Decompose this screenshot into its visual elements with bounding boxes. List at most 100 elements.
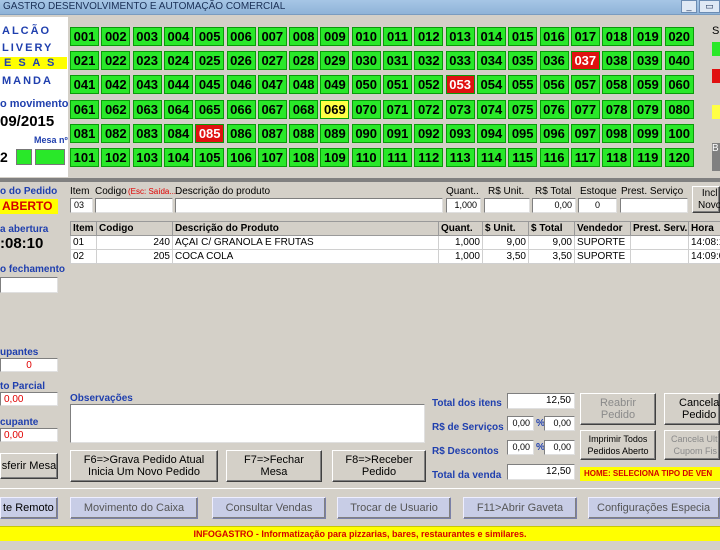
table-090-button[interactable]: 090 <box>351 123 381 143</box>
imprimir-pedidos-button[interactable]: Imprimir Todos Pedidos Aberto <box>580 430 656 460</box>
table-120-button[interactable]: 120 <box>664 148 694 167</box>
table-080-button[interactable]: 080 <box>664 99 694 119</box>
table-043-button[interactable]: 043 <box>132 75 162 95</box>
minimize-button[interactable]: _ <box>681 0 697 13</box>
table-009-button[interactable]: 009 <box>320 27 350 46</box>
header-vendedor[interactable]: Vendedor <box>574 221 631 236</box>
table-116-button[interactable]: 116 <box>539 148 569 167</box>
table-012-button[interactable]: 012 <box>414 27 444 46</box>
table-094-button[interactable]: 094 <box>476 123 506 143</box>
trocar-usuario-button[interactable]: Trocar de Usuario <box>337 497 451 519</box>
observacoes-field[interactable] <box>70 404 425 443</box>
table-016-button[interactable]: 016 <box>539 27 569 46</box>
acesso-remoto-button[interactable]: te Remoto <box>0 497 58 519</box>
table-074-button[interactable]: 074 <box>476 99 506 119</box>
configuracoes-button[interactable]: Configurações Especia <box>588 497 720 519</box>
table-118-button[interactable]: 118 <box>602 148 632 167</box>
table-111-button[interactable]: 111 <box>383 148 412 167</box>
table-020-button[interactable]: 020 <box>664 27 694 46</box>
table-026-button[interactable]: 026 <box>226 51 256 71</box>
table-029-button[interactable]: 029 <box>320 51 350 71</box>
abrir-gaveta-button[interactable]: F11>Abrir Gaveta <box>463 497 577 519</box>
table-103-button[interactable]: 103 <box>132 148 162 167</box>
ocupantes-field[interactable]: 0 <box>0 358 58 372</box>
table-027-button[interactable]: 027 <box>257 51 287 71</box>
consultar-vendas-button[interactable]: Consultar Vendas <box>212 497 326 519</box>
descontos-field[interactable]: 0,00 <box>544 440 575 455</box>
entry-prest-field[interactable] <box>620 198 688 213</box>
table-036-button[interactable]: 036 <box>539 51 569 71</box>
table-037-button[interactable]: 037 <box>570 51 600 71</box>
table-034-button[interactable]: 034 <box>476 51 506 71</box>
table-075-button[interactable]: 075 <box>508 99 538 119</box>
balcao-option[interactable]: ALCÃO <box>2 25 51 37</box>
table-084-button[interactable]: 084 <box>163 123 193 143</box>
table-061-button[interactable]: 061 <box>70 99 99 119</box>
table-041-button[interactable]: 041 <box>70 75 99 95</box>
table-004-button[interactable]: 004 <box>163 27 193 46</box>
table-046-button[interactable]: 046 <box>226 75 256 95</box>
table-076-button[interactable]: 076 <box>539 99 569 119</box>
cancela-cupom-button[interactable]: Cancela Ulti Cupom Fis <box>664 430 720 460</box>
table-032-button[interactable]: 032 <box>414 51 444 71</box>
mesas-option[interactable]: E S A S <box>0 57 67 69</box>
table-105-button[interactable]: 105 <box>195 148 225 167</box>
table-104-button[interactable]: 104 <box>163 148 193 167</box>
table-072-button[interactable]: 072 <box>414 99 444 119</box>
table-065-button[interactable]: 065 <box>195 99 225 119</box>
table-067-button[interactable]: 067 <box>257 99 287 119</box>
table-023-button[interactable]: 023 <box>132 51 162 71</box>
table-052-button[interactable]: 052 <box>414 75 444 95</box>
table-114-button[interactable]: 114 <box>476 148 506 167</box>
table-030-button[interactable]: 030 <box>351 51 381 71</box>
table-056-button[interactable]: 056 <box>539 75 569 95</box>
table-row[interactable]: 02 205 COCA COLA 1,000 3,50 3,50 SUPORTE… <box>70 249 720 264</box>
table-028-button[interactable]: 028 <box>289 51 319 71</box>
table-073-button[interactable]: 073 <box>445 99 475 119</box>
table-087-button[interactable]: 087 <box>257 123 287 143</box>
header-descricao[interactable]: Descrição do Produto <box>172 221 439 236</box>
table-109-button[interactable]: 109 <box>320 148 350 167</box>
table-062-button[interactable]: 062 <box>101 99 131 119</box>
table-022-button[interactable]: 022 <box>101 51 131 71</box>
table-070-button[interactable]: 070 <box>351 99 381 119</box>
incluir-button[interactable]: Incl Novo <box>692 186 720 213</box>
table-115-button[interactable]: 115 <box>508 148 538 167</box>
table-101-button[interactable]: 101 <box>70 148 99 167</box>
header-total[interactable]: $ Total <box>528 221 575 236</box>
table-040-button[interactable]: 040 <box>664 51 694 71</box>
table-008-button[interactable]: 008 <box>289 27 319 46</box>
table-053-button[interactable]: 053 <box>445 75 475 95</box>
table-117-button[interactable]: 117 <box>570 148 600 167</box>
table-097-button[interactable]: 097 <box>570 123 600 143</box>
table-047-button[interactable]: 047 <box>257 75 287 95</box>
table-058-button[interactable]: 058 <box>602 75 632 95</box>
table-088-button[interactable]: 088 <box>289 123 319 143</box>
table-108-button[interactable]: 108 <box>289 148 319 167</box>
table-098-button[interactable]: 098 <box>602 123 632 143</box>
table-038-button[interactable]: 038 <box>602 51 632 71</box>
table-031-button[interactable]: 031 <box>383 51 412 71</box>
table-015-button[interactable]: 015 <box>508 27 538 46</box>
table-row[interactable]: 01 240 AÇAI C/ GRANOLA E FRUTAS 1,000 9,… <box>70 235 720 250</box>
header-quant[interactable]: Quant. <box>438 221 483 236</box>
table-106-button[interactable]: 106 <box>226 148 256 167</box>
descontos-pct-field[interactable]: 0,00 <box>507 440 534 455</box>
table-110-button[interactable]: 110 <box>351 148 381 167</box>
header-hora[interactable]: Hora <box>688 221 720 236</box>
table-064-button[interactable]: 064 <box>163 99 193 119</box>
table-051-button[interactable]: 051 <box>383 75 412 95</box>
table-054-button[interactable]: 054 <box>476 75 506 95</box>
cancelar-pedido-button[interactable]: Cancela Pedido <box>664 393 720 425</box>
table-013-button[interactable]: 013 <box>445 27 475 46</box>
table-005-button[interactable]: 005 <box>195 27 225 46</box>
table-112-button[interactable]: 112 <box>414 148 444 167</box>
table-021-button[interactable]: 021 <box>70 51 99 71</box>
table-068-button[interactable]: 068 <box>289 99 319 119</box>
table-033-button[interactable]: 033 <box>445 51 475 71</box>
table-091-button[interactable]: 091 <box>383 123 412 143</box>
table-035-button[interactable]: 035 <box>508 51 538 71</box>
reabrir-pedido-button[interactable]: Reabrir Pedido <box>580 393 656 425</box>
transferir-mesa-button[interactable]: sferir Mesa <box>0 453 58 479</box>
receber-pedido-button[interactable]: F8=>Receber Pedido <box>332 450 426 482</box>
